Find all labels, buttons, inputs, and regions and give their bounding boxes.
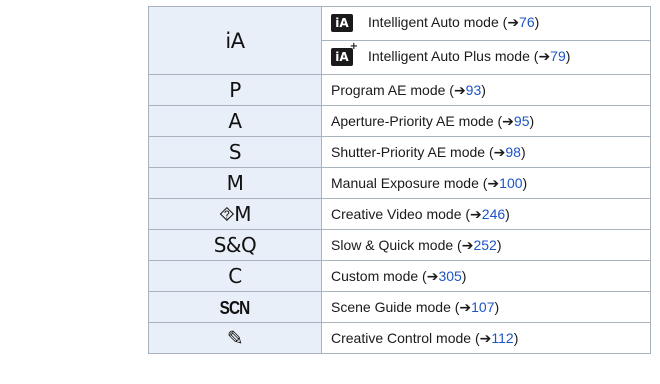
table-row: C Custom mode (➔305) — [148, 260, 651, 292]
mode-description: Intelligent Auto Plus mode ( — [368, 48, 539, 65]
arrow-icon: ➔ — [479, 330, 492, 347]
page-link[interactable]: 95 — [514, 113, 530, 129]
page-link[interactable]: 98 — [505, 144, 521, 160]
arrow-icon: ➔ — [426, 268, 439, 285]
page-link[interactable]: 93 — [466, 82, 482, 98]
description-cell: Aperture-Priority AE mode (➔95) — [321, 105, 651, 137]
close-paren: ) — [513, 329, 519, 346]
arrow-icon: ➔ — [470, 206, 482, 223]
mode-description: Program AE mode ( — [331, 81, 454, 98]
table-row: S Shutter-Priority AE mode (➔98) — [148, 136, 651, 168]
table-row: A Aperture-Priority AE mode (➔95) — [148, 105, 651, 137]
arrow-icon: ➔ — [502, 113, 514, 130]
arrow-icon: ➔ — [538, 49, 551, 66]
page-link[interactable]: 252 — [473, 237, 496, 253]
close-paren: ) — [496, 236, 502, 253]
description-cell: Program AE mode (➔93) — [321, 74, 651, 106]
arrow-icon: ➔ — [453, 82, 466, 99]
close-paren: ) — [494, 298, 500, 315]
mode-cell-p: P — [148, 74, 322, 106]
mode-cell-slow-quick: S&Q — [148, 229, 322, 261]
mode-reference-table: iA iA Intelligent Auto mode (➔76) iA + Inte… — [148, 6, 651, 354]
description-cell: Creative Video mode (➔246) — [321, 198, 651, 230]
arrow-icon: ➔ — [487, 175, 500, 192]
mode-cell-m: M — [148, 167, 322, 199]
intelligent-auto-plus-icon: iA + — [331, 41, 358, 66]
mode-description: Creative Video mode ( — [331, 205, 471, 222]
arrow-icon: ➔ — [461, 237, 474, 254]
close-paren: ) — [565, 48, 571, 65]
description-cell: Scene Guide mode (➔107) — [321, 291, 651, 323]
description-cell: Slow & Quick mode (➔252) — [321, 229, 651, 261]
close-paren: ) — [481, 81, 486, 98]
table-row: M Manual Exposure mode (➔100) — [148, 167, 651, 199]
arrow-icon: ➔ — [507, 15, 520, 32]
arrow-icon: ➔ — [493, 144, 506, 161]
plus-mark: + — [349, 40, 358, 52]
close-paren: ) — [529, 112, 535, 129]
mode-cell-ia: iA — [148, 6, 322, 75]
table-row: SCN Scene Guide mode (➔107) — [148, 291, 651, 323]
table-row: S&Q Slow & Quick mode (➔252) — [148, 229, 651, 261]
mode-description: Intelligent Auto mode ( — [368, 14, 508, 31]
mode-description: Aperture-Priority AE mode ( — [331, 112, 503, 129]
close-paren: ) — [461, 267, 467, 284]
arrow-icon: ➔ — [459, 299, 472, 316]
description-cell: Shutter-Priority AE mode (➔98) — [321, 136, 651, 168]
mode-description: Scene Guide mode ( — [331, 298, 460, 315]
description-cell: iA Intelligent Auto mode (➔76) — [321, 6, 651, 41]
mode-cell-a: A — [148, 105, 322, 137]
description-cell: Manual Exposure mode (➔100) — [321, 167, 651, 199]
mode-cell-c: C — [148, 260, 322, 292]
page-link[interactable]: 107 — [471, 299, 494, 315]
mode-description: Creative Control mode ( — [331, 329, 480, 346]
close-paren: ) — [534, 14, 540, 31]
mode-description: Custom mode ( — [331, 267, 427, 284]
mode-description: Manual Exposure mode ( — [331, 174, 488, 191]
scn-label: SCN — [220, 298, 251, 318]
description-cell: Creative Control mode (➔112) — [321, 322, 651, 354]
mode-cell-scn: SCN — [148, 291, 322, 323]
mode-description: Shutter-Priority AE mode ( — [331, 143, 494, 160]
table-row: ⯑M Creative Video mode (➔246) — [148, 198, 651, 230]
page-link[interactable]: 100 — [499, 175, 522, 191]
page-link[interactable]: 112 — [491, 330, 513, 346]
mode-cell-s: S — [148, 136, 322, 168]
mode-cell-creative-video: ⯑M — [148, 198, 322, 230]
page-link[interactable]: 76 — [519, 14, 535, 30]
description-cell: iA + Intelligent Auto Plus mode (➔79) — [321, 40, 651, 75]
table-row: P Program AE mode (➔93) — [148, 74, 651, 106]
intelligent-auto-icon: iA — [331, 13, 353, 32]
page-link[interactable]: 305 — [438, 268, 461, 284]
table-row: ✎ Creative Control mode (➔112) — [148, 322, 651, 354]
mode-description: Slow & Quick mode ( — [331, 236, 462, 253]
table-row: iA iA Intelligent Auto mode (➔76) — [148, 6, 651, 75]
description-cell: Custom mode (➔305) — [321, 260, 651, 292]
close-paren: ) — [505, 205, 510, 222]
close-paren: ) — [522, 174, 528, 191]
page-link[interactable]: 79 — [550, 48, 566, 64]
page-link[interactable]: 246 — [482, 206, 505, 222]
close-paren: ) — [520, 143, 526, 160]
badge-text: iA — [335, 49, 349, 64]
creative-control-icon: ✎ — [148, 322, 322, 354]
